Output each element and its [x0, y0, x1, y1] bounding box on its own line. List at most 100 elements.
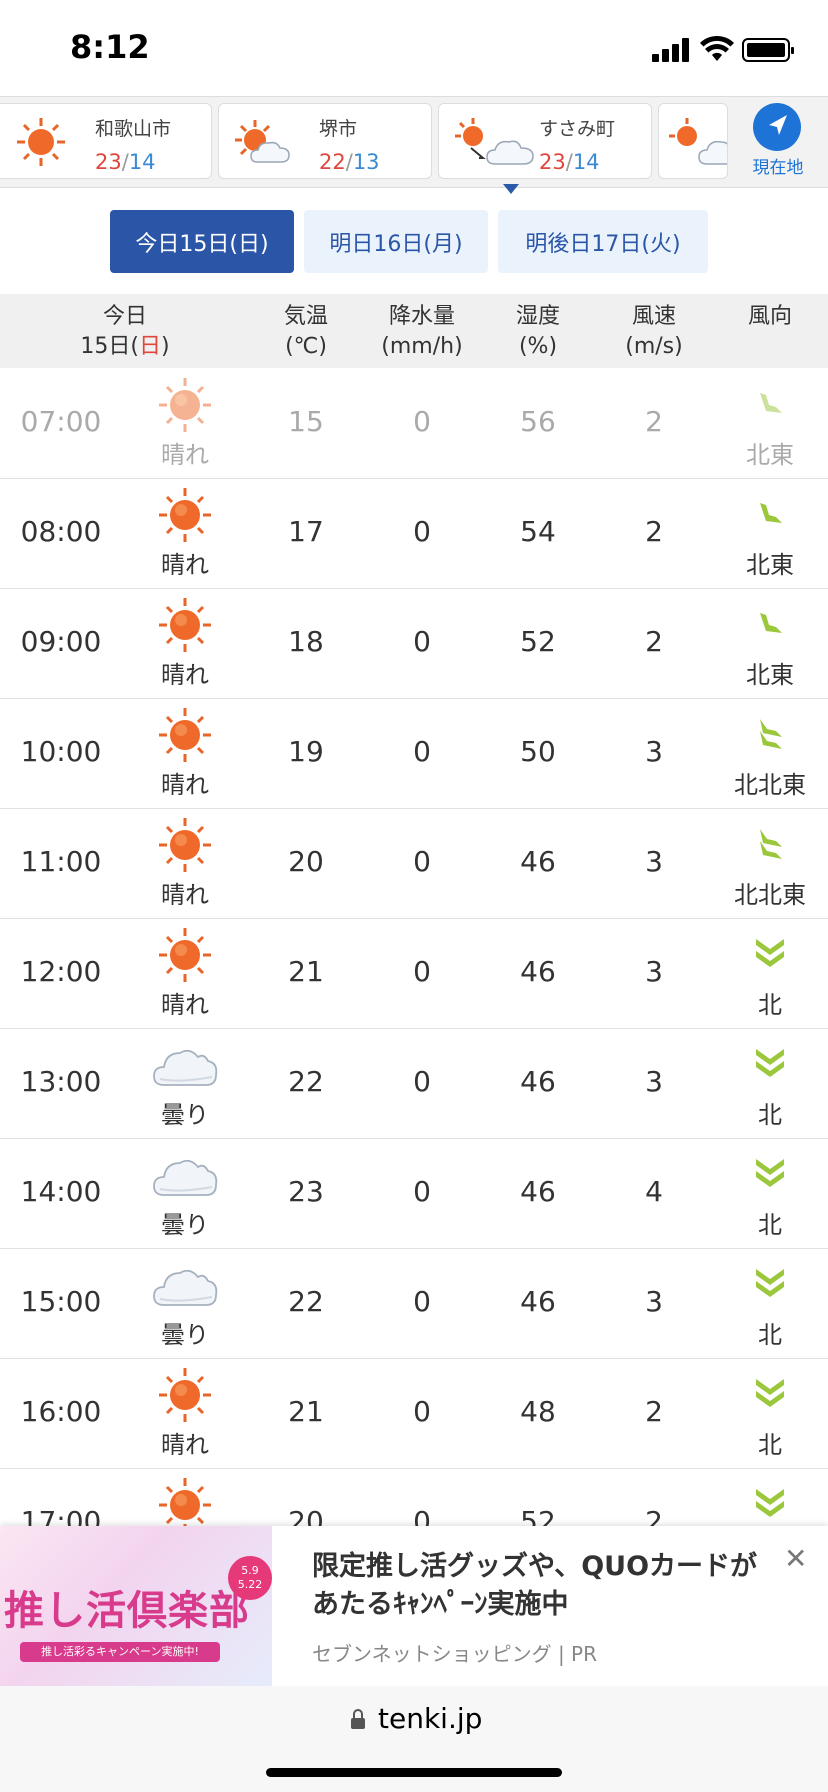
row-wind-speed: 4 — [645, 1175, 663, 1208]
row-humidity: 48 — [520, 1395, 556, 1428]
table-header: 今日 15日(日) 気温 (℃) 降水量 (mm/h) 湿度 (%) 風速 (m/s) … — [0, 294, 828, 368]
row-humidity: 46 — [520, 1175, 556, 1208]
table-row: 14:00 曇り 23 0 46 4 北 — [0, 1139, 828, 1249]
row-time: 13:00 — [20, 1065, 102, 1098]
row-temperature: 22 — [288, 1285, 324, 1318]
row-precipitation: 0 — [413, 1065, 431, 1098]
row-wind-direction: 北東 — [746, 661, 794, 689]
wind-arrow-north-icon — [752, 935, 788, 971]
row-wind-direction: 北東 — [746, 551, 794, 579]
sunny-icon — [150, 705, 220, 765]
row-humidity: 46 — [520, 1065, 556, 1098]
tab-day-after-tomorrow[interactable]: 明後日17日(火) — [498, 210, 708, 273]
row-wind-speed: 3 — [645, 735, 663, 768]
lock-icon — [351, 1709, 365, 1729]
row-weather: 晴れ — [161, 661, 209, 689]
current-location-button[interactable]: 現在地 — [728, 97, 828, 185]
ad-image-band: 推し活彩るキャンペーン実施中! — [20, 1642, 220, 1662]
row-weather: 晴れ — [161, 441, 209, 469]
row-wind-direction: 北 — [758, 991, 782, 1019]
table-row: 12:00 晴れ 21 0 46 3 北 — [0, 919, 828, 1029]
row-time: 11:00 — [20, 845, 102, 878]
row-humidity: 46 — [520, 1285, 556, 1318]
sunny-icon — [150, 375, 220, 435]
status-bar: 8:12 — [0, 0, 828, 96]
sunny-icon — [150, 1365, 220, 1425]
row-wind-speed: 2 — [645, 515, 663, 548]
sunny-icon — [150, 595, 220, 655]
home-indicator[interactable] — [266, 1768, 562, 1777]
navigation-arrow-icon — [753, 103, 801, 151]
row-precipitation: 0 — [413, 1285, 431, 1318]
row-temperature: 17 — [288, 515, 324, 548]
sun-then-cloud-icon — [669, 118, 727, 165]
row-wind-direction: 北 — [758, 1321, 782, 1349]
row-precipitation: 0 — [413, 515, 431, 548]
cloudy-icon — [150, 1035, 220, 1095]
row-temperature: 21 — [288, 1395, 324, 1428]
row-wind-speed: 3 — [645, 845, 663, 878]
row-precipitation: 0 — [413, 845, 431, 878]
row-wind-direction: 北 — [758, 1431, 782, 1459]
table-row: 10:00 晴れ 19 0 50 3 北北東 — [0, 699, 828, 809]
city-card[interactable] — [658, 103, 728, 179]
row-weather: 晴れ — [161, 991, 209, 1019]
wind-arrow-northeast-icon — [752, 605, 788, 641]
row-time: 12:00 — [20, 955, 102, 988]
city-card[interactable]: 堺市 22/13 — [218, 103, 432, 179]
city-temps: 22/13 — [319, 150, 380, 174]
ad-image[interactable]: 推し活倶楽部 5.9 5.22 推し活彩るキャンペーン実施中! — [0, 1526, 272, 1686]
row-wind-direction: 北北東 — [734, 771, 806, 799]
table-row: 08:00 晴れ 17 0 54 2 北東 — [0, 479, 828, 589]
wind-arrow-north-icon — [752, 1265, 788, 1301]
table-row: 13:00 曇り 22 0 46 3 北 — [0, 1029, 828, 1139]
ad-image-text: 推し活倶楽部 — [4, 1588, 250, 1634]
url-text[interactable]: tenki.jp — [378, 1702, 482, 1735]
cellular-signal-icon — [652, 38, 690, 62]
row-wind-direction: 北 — [758, 1101, 782, 1129]
row-weather: 曇り — [161, 1211, 209, 1239]
wind-arrow-northeast-icon — [752, 495, 788, 531]
row-humidity: 56 — [520, 405, 556, 438]
row-wind-direction: 北東 — [746, 441, 794, 469]
row-wind-speed: 3 — [645, 955, 663, 988]
city-temps: 23/14 — [95, 150, 156, 174]
tab-tomorrow[interactable]: 明日16日(月) — [304, 210, 488, 273]
cloudy-icon — [150, 1255, 220, 1315]
cloudy-icon — [150, 1145, 220, 1205]
row-weather: 晴れ — [161, 771, 209, 799]
city-name: 和歌山市 — [95, 118, 172, 140]
selected-city-pointer — [503, 184, 519, 194]
row-temperature: 23 — [288, 1175, 324, 1208]
row-temperature: 18 — [288, 625, 324, 658]
tab-today[interactable]: 今日15日(日) — [110, 210, 294, 273]
city-card[interactable]: 和歌山市 23/14 — [0, 103, 212, 179]
table-row: 09:00 晴れ 18 0 52 2 北東 — [0, 589, 828, 699]
row-temperature: 22 — [288, 1065, 324, 1098]
row-time: 16:00 — [20, 1395, 102, 1428]
wind-arrow-north-icon — [752, 1155, 788, 1191]
sunny-icon — [150, 815, 220, 875]
header-wind-direction: 風向 — [747, 304, 792, 329]
header-day: 今日 15日(日) — [80, 304, 170, 359]
ad-title[interactable]: 限定推し活グッズや、QUOカードがあたるｷｬﾝﾍﾟｰﾝ実施中 — [312, 1548, 762, 1624]
city-name: すさみ町 — [539, 118, 616, 140]
city-name: 堺市 — [319, 118, 358, 140]
sunny-icon — [17, 118, 65, 166]
row-weather: 曇り — [161, 1321, 209, 1349]
row-time: 10:00 — [20, 735, 102, 768]
row-wind-speed: 2 — [645, 405, 663, 438]
header-wind-speed: 風速 (m/s) — [625, 304, 683, 359]
wind-arrow-north-northeast-icon — [752, 825, 788, 861]
ad-banner[interactable]: 推し活倶楽部 5.9 5.22 推し活彩るキャンペーン実施中! 限定推し活グッズ… — [0, 1526, 828, 1686]
row-weather: 晴れ — [161, 881, 209, 909]
row-humidity: 46 — [520, 955, 556, 988]
city-card[interactable]: すさみ町 23/14 — [438, 103, 652, 179]
header-humidity: 湿度 (%) — [515, 304, 560, 359]
ad-source: セブンネットショッピング | PR — [312, 1642, 598, 1666]
wind-arrow-northeast-icon — [752, 385, 788, 421]
wind-arrow-north-icon — [752, 1375, 788, 1411]
close-icon[interactable]: ✕ — [784, 1542, 807, 1575]
row-precipitation: 0 — [413, 625, 431, 658]
row-humidity: 52 — [520, 625, 556, 658]
